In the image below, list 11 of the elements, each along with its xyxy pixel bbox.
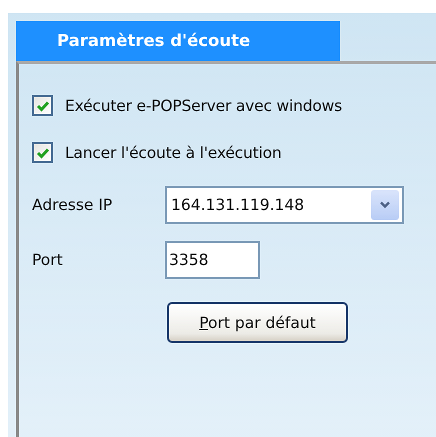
port-field[interactable]: 3358 <box>165 241 260 279</box>
port-label: Port <box>32 251 64 269</box>
checkbox[interactable] <box>32 142 53 163</box>
default-port-button[interactable]: Port par défaut <box>167 302 348 343</box>
checkbox-label: Lancer l'écoute à l'exécution <box>65 144 282 162</box>
check-icon <box>36 146 50 158</box>
checkbox-label: Exécuter e-POPServer avec windows <box>65 96 342 114</box>
check-icon <box>36 100 50 112</box>
checkbox[interactable] <box>32 95 53 116</box>
ip-address-label: Adresse IP <box>32 196 114 214</box>
ip-address-dropdown[interactable]: 164.131.119.148 <box>165 186 404 224</box>
